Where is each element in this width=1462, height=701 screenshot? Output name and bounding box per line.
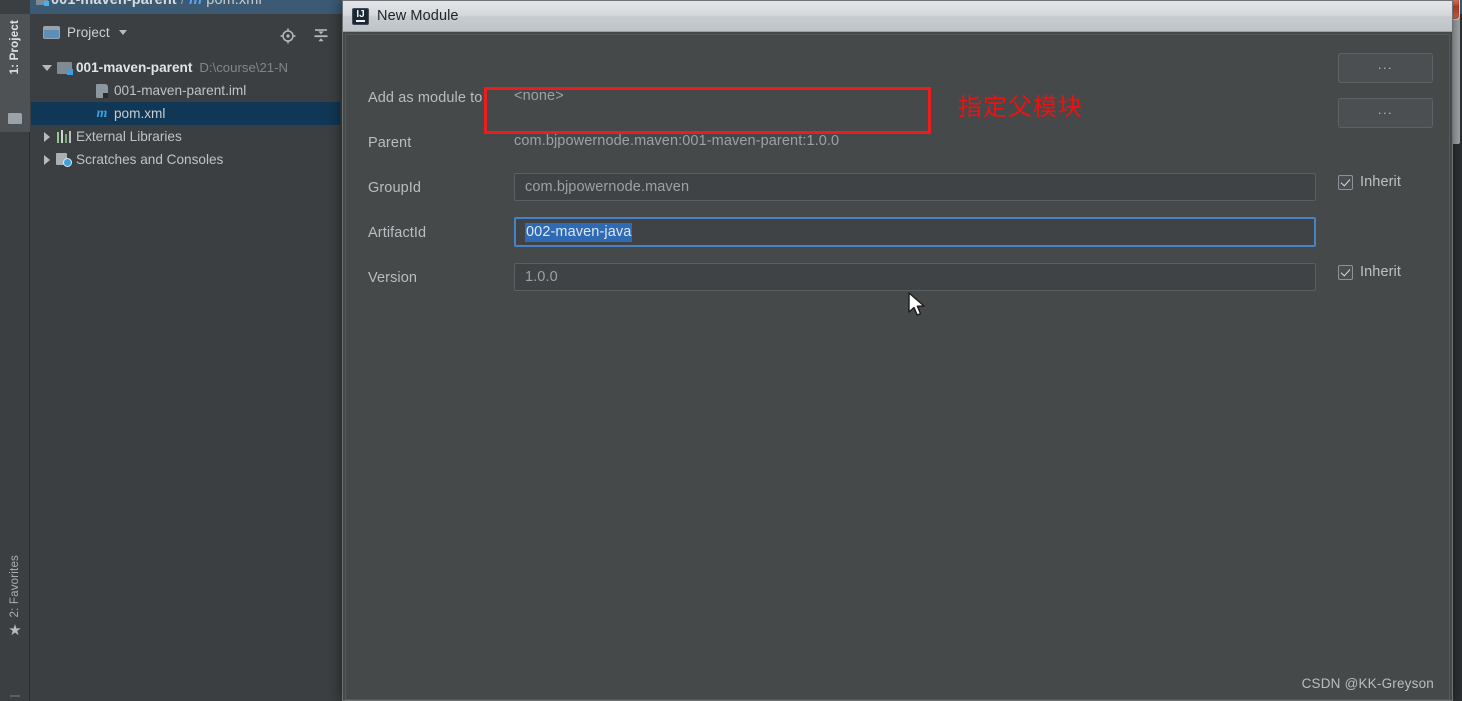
maven-m-icon: m [189,0,203,8]
project-tool-window: Project 001-maven-parent D:\course\21-N … [31,14,340,701]
project-tree[interactable]: 001-maven-parent D:\course\21-N 001-maven-… [31,56,340,171]
chevron-down-icon[interactable] [39,64,55,71]
sidebar-item-favorites[interactable]: 2: Favorites ★ [0,553,30,683]
groupid-label: GroupId [368,180,422,196]
dialog-titlebar[interactable]: New Module [343,1,1452,32]
module-icon [56,61,73,75]
breadcrumb-file[interactable]: pom.xml [206,0,262,8]
tree-item-label: 001-maven-parent [76,60,193,75]
checkbox-icon[interactable] [1338,264,1353,280]
ellipsis-label: ... [1377,57,1394,72]
sidebar-item-project[interactable]: 1: Project [0,14,30,132]
tool-window-strip: 1: Project 2: Favorites ★ [0,14,30,701]
version-input[interactable]: 1.0.0 [514,263,1316,291]
tree-item-001-maven-parent[interactable]: 001-maven-parent D:\course\21-N [31,56,340,79]
browse-parent-button[interactable]: ... [1338,98,1433,128]
parent-value[interactable]: com.bjpowernode.maven:001-maven-parent:1… [514,127,944,155]
maven-m-icon: m [96,105,108,121]
dialog-title: New Module [377,8,459,24]
iml-file-icon [96,83,108,98]
tree-item-pom-xml[interactable]: m pom.xml [31,102,340,125]
version-label: Version [368,270,418,286]
add-as-module-to-value[interactable]: <none> [514,83,934,109]
breadcrumb-separator: / [180,0,185,8]
tree-item-label: Scratches and Consoles [76,152,224,167]
version-value: 1.0.0 [525,269,558,285]
artifactid-label: ArtifactId [368,225,427,241]
star-icon: ★ [8,622,22,640]
groupid-input[interactable]: com.bjpowernode.maven [514,173,1316,201]
scrollbar-thumb[interactable] [1452,16,1460,144]
sidebar-item-project-label: 1: Project [9,20,21,75]
project-panel-title: Project [67,25,110,40]
project-panel-toolbar: Project [31,21,340,49]
version-inherit-checkbox[interactable]: Inherit [1338,264,1401,280]
tree-item-label: pom.xml [114,106,166,121]
parent-label: Parent [368,135,412,151]
ide-root: 001-maven-parent / m pom.xml 1: Project … [0,0,1462,701]
add-as-module-to-label: Add as module to [368,90,483,106]
strip-divider [10,695,20,697]
tree-item-001-maven-parent-iml[interactable]: 001-maven-parent.iml [31,79,340,102]
parent-annotation-text: 指定父模块 [958,93,1083,121]
breadcrumb-project[interactable]: 001-maven-parent [51,0,177,8]
tree-item-scratches-and-consoles[interactable]: Scratches and Consoles [31,148,340,171]
collapse-all-icon[interactable] [313,28,329,44]
groupid-inherit-label: Inherit [1360,174,1401,190]
module-icon [36,0,49,6]
groupid-inherit-checkbox[interactable]: Inherit [1338,174,1401,190]
chevron-right-icon[interactable] [39,154,55,165]
intellij-idea-icon [352,7,369,25]
artifactid-input[interactable]: 002-maven-java [514,217,1316,247]
browse-add-as-module-button[interactable]: ... [1338,53,1433,83]
libraries-icon [56,130,72,143]
chevron-down-icon[interactable] [118,30,127,35]
tree-item-external-libraries[interactable]: External Libraries [31,125,340,148]
chevron-right-icon[interactable] [39,131,55,142]
version-inherit-label: Inherit [1360,264,1401,280]
project-window-icon [43,26,60,39]
dialog-body: Add as module to <none> ... Parent com.b… [345,34,1450,700]
folder-icon [8,113,22,124]
sidebar-item-favorites-label: 2: Favorites [9,555,21,618]
tree-item-label: 001-maven-parent.iml [114,83,247,98]
tree-item-label: External Libraries [76,129,182,144]
tree-item-path: D:\course\21-N [199,60,289,75]
project-panel-header[interactable]: Project [43,25,127,40]
breadcrumb[interactable]: 001-maven-parent / m pom.xml [36,0,262,8]
checkbox-icon[interactable] [1338,174,1353,190]
ellipsis-label: ... [1377,102,1394,117]
artifactid-value: 002-maven-java [525,222,633,242]
locate-target-icon[interactable] [280,28,296,44]
groupid-value: com.bjpowernode.maven [525,179,690,195]
new-module-dialog: New Module Add as module to <none> ... P… [342,0,1453,701]
scratches-icon [56,152,72,167]
watermark: CSDN @KK-Greyson [1301,676,1434,691]
